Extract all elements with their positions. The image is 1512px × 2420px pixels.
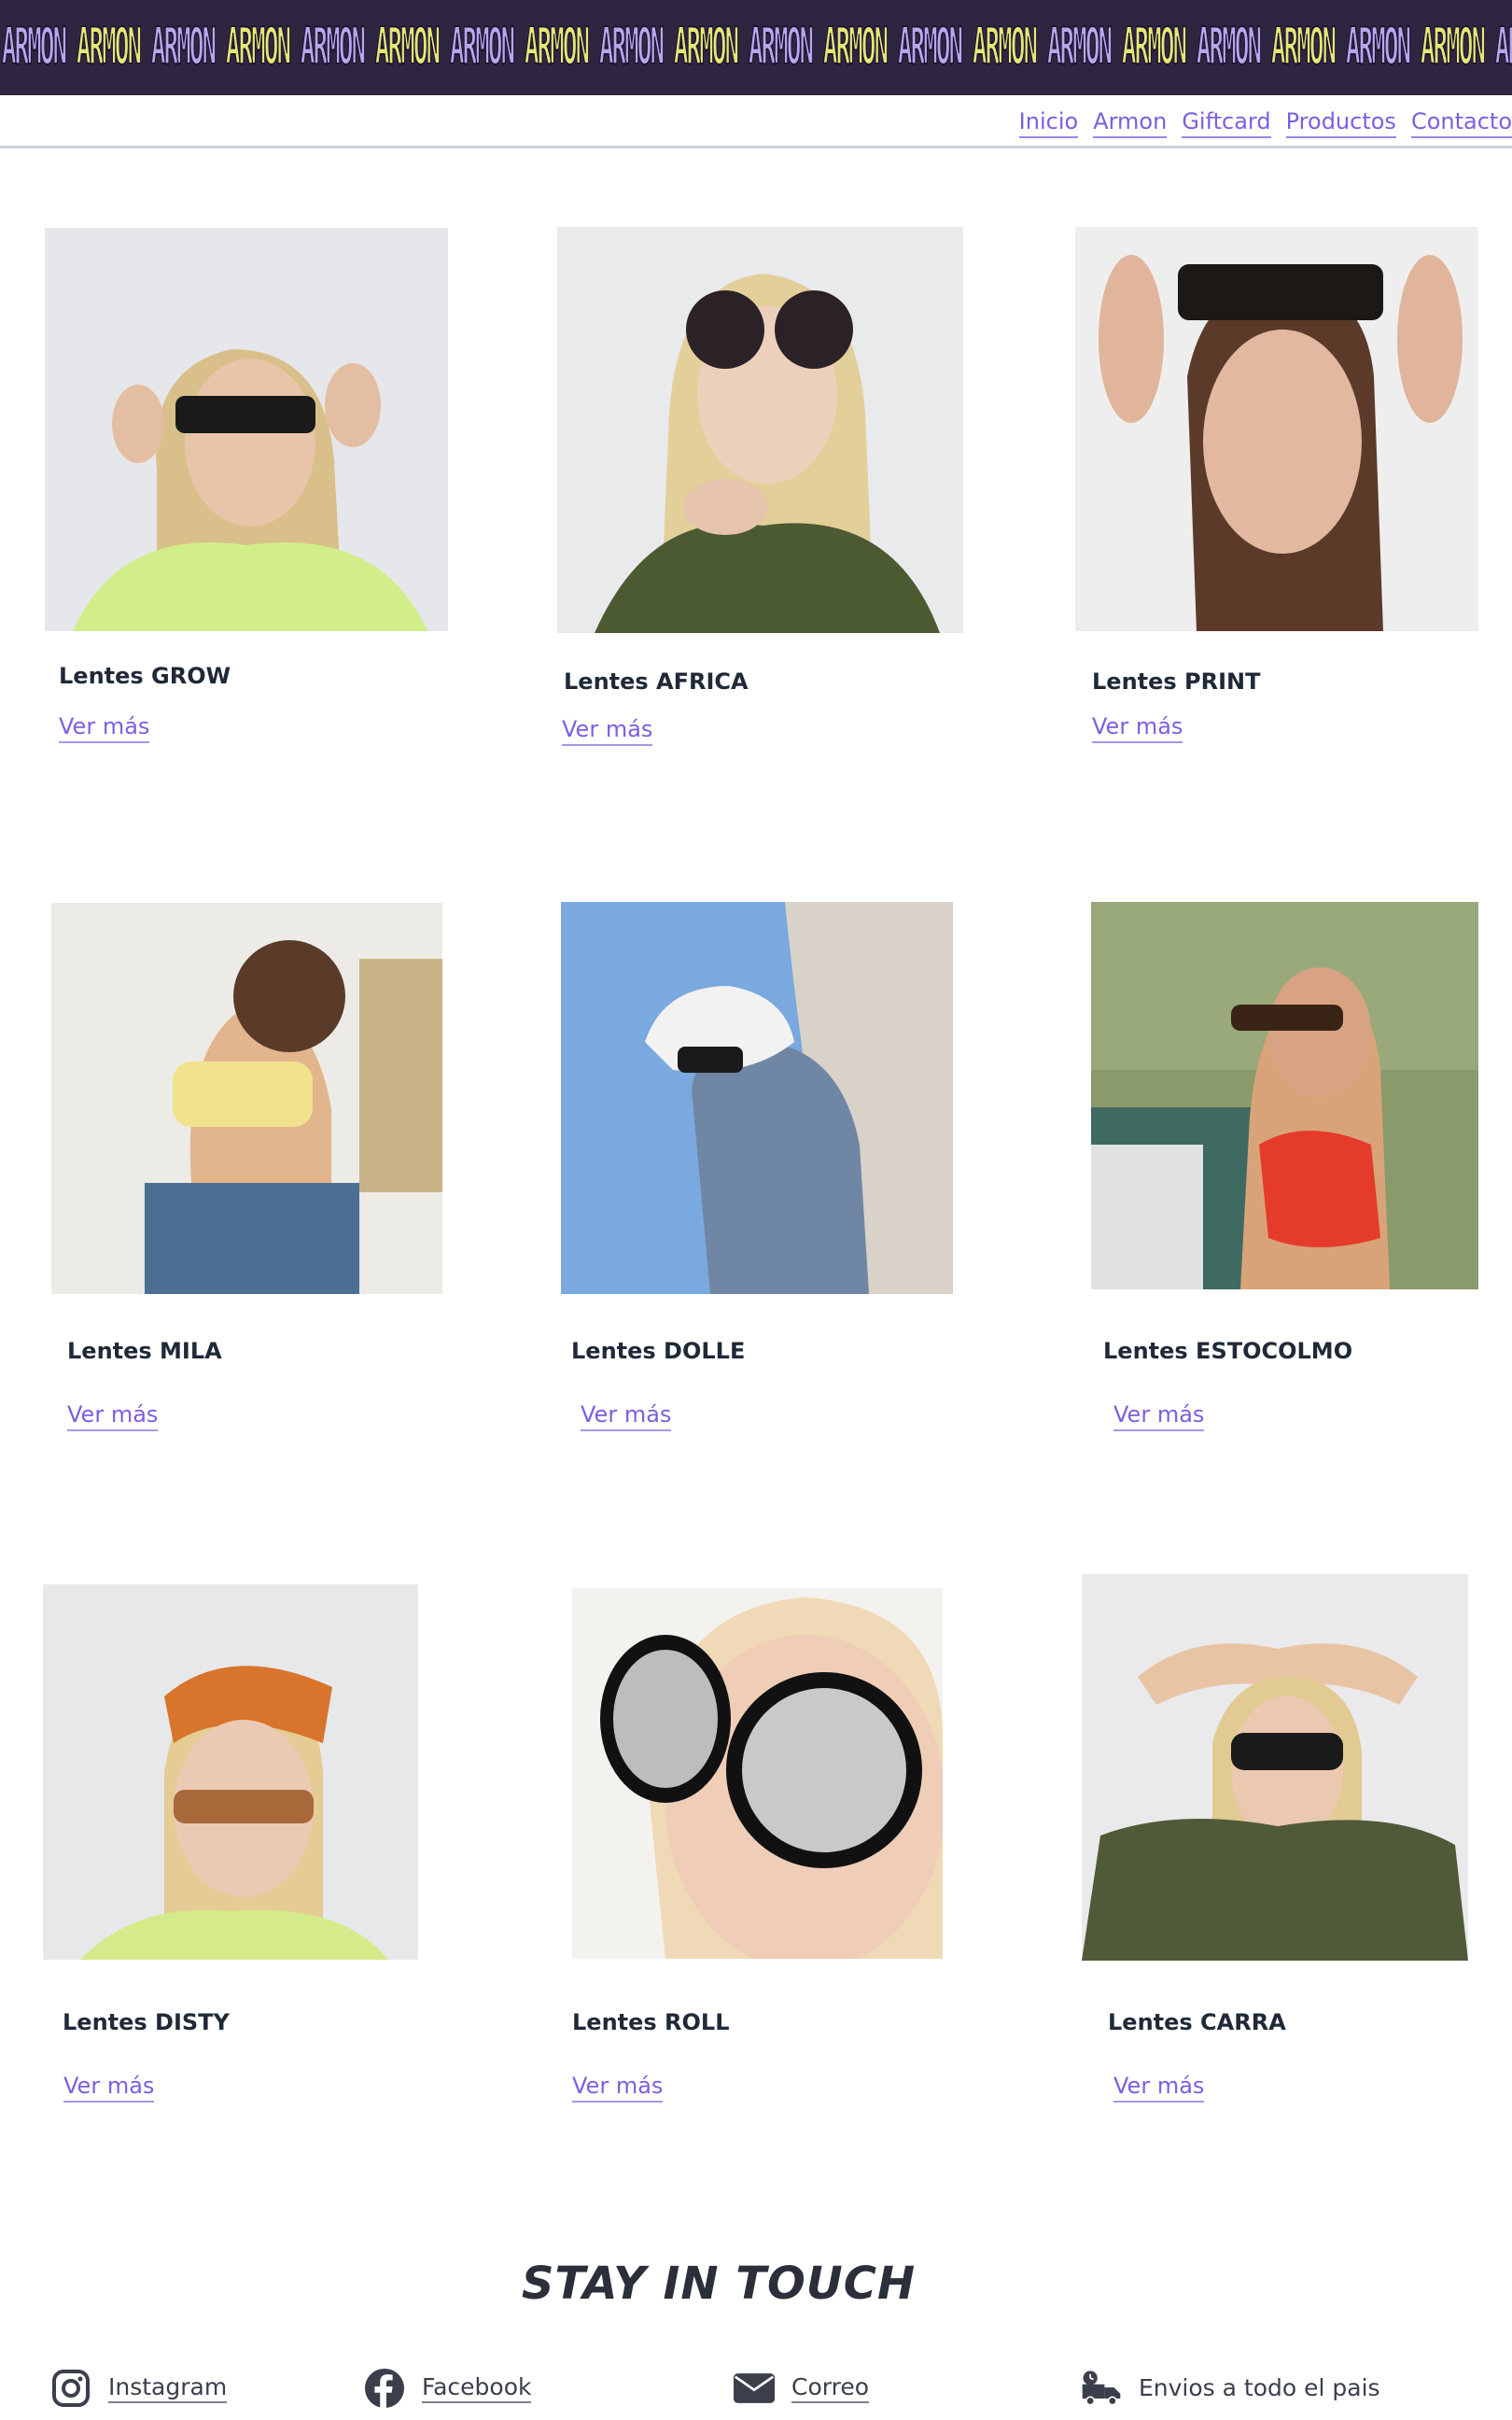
armon-logo-text: ARMON [822,17,889,77]
ver-mas-link-roll[interactable]: Ver más [572,2073,664,2103]
armon-logo-text: ARMON [1046,17,1113,77]
nav-link-armon[interactable]: Armon [1093,108,1168,138]
footer-envios-label: Envios a todo el pais [1139,2374,1380,2401]
armon-logo-tile: ARMON [220,6,295,90]
product-title-disty: Lentes DISTY [63,2009,230,2035]
armon-logo-tile: ARMON [1042,6,1116,90]
product-image-dolle[interactable] [561,902,953,1294]
ver-mas-link-mila[interactable]: Ver más [67,1401,159,1431]
logo-strip: ARMON ARMON ARMON ARMON ARMON ARMON ARMON ARMON… [0,6,1512,90]
ver-mas-link-carra[interactable]: Ver más [1113,2073,1205,2103]
product-title-print: Lentes PRINT [1092,668,1261,695]
product-title-africa: Lentes AFRICA [564,668,749,695]
product-title-carra: Lentes CARRA [1108,2009,1286,2035]
product-image-estocolmo[interactable] [1091,902,1478,1289]
ver-mas-link-print[interactable]: Ver más [1092,713,1183,743]
armon-logo-text: ARMON [1196,17,1262,77]
armon-logo-text: ARMON [1,17,67,77]
ver-mas-link-dolle[interactable]: Ver más [581,1401,672,1431]
top-nav: Inicio Armon Giftcard Productos Contacto [0,101,1512,148]
armon-logo-tile: ARMON [967,6,1042,90]
delivery-truck-icon [1081,2368,1122,2409]
footer-correo-label[interactable]: Correo [791,2373,869,2403]
armon-logo-tile: ARMON [668,6,743,90]
armon-logo-tile: ARMON [594,6,668,90]
product-title-dolle: Lentes DOLLE [571,1338,746,1364]
armon-logo-text: ARMON [897,17,963,77]
product-title-roll: Lentes ROLL [572,2009,730,2035]
armon-logo-tile: ARMON [444,6,519,90]
footer-correo-link[interactable]: Correo [734,2368,869,2409]
armon-logo-tile: ARMON [1490,6,1512,90]
armon-logo-text: ARMON [598,17,665,77]
armon-logo-text: ARMON [449,17,515,77]
product-title-grow: Lentes GROW [59,663,231,689]
armon-logo-text: ARMON [673,17,739,77]
ver-mas-link-grow[interactable]: Ver más [59,713,150,743]
nav-links: Inicio Armon Giftcard Productos Contacto [1018,108,1512,138]
armon-logo-text: ARMON [150,17,217,77]
product-image-print[interactable] [1075,227,1478,631]
armon-logo-tile: ARMON [1340,6,1415,90]
armon-logo-tile: ARMON [146,6,220,90]
product-image-mila[interactable] [51,903,442,1294]
armon-logo-text: ARMON [1345,17,1411,77]
nav-link-contacto[interactable]: Contacto [1410,108,1512,138]
armon-logo-text: ARMON [225,17,291,77]
armon-logo-text: ARMON [1494,17,1512,77]
footer-facebook-link[interactable]: Facebook [364,2368,532,2409]
footer-instagram-link[interactable]: Instagram [50,2368,228,2409]
ver-mas-link-disty[interactable]: Ver más [63,2073,155,2103]
armon-logo-tile: ARMON [1415,6,1490,90]
armon-logo-text: ARMON [76,17,142,77]
brand-banner: ARMON ARMON ARMON ARMON ARMON ARMON ARMON ARMON… [0,0,1512,95]
product-image-africa[interactable] [557,227,963,633]
product-title-estocolmo: Lentes ESTOCOLMO [1103,1338,1353,1364]
armon-logo-tile: ARMON [519,6,594,90]
instagram-icon [50,2368,91,2409]
ver-mas-link-estocolmo[interactable]: Ver más [1113,1401,1205,1431]
armon-logo-tile: ARMON [370,6,444,90]
nav-link-productos[interactable]: Productos [1285,108,1396,138]
armon-logo-text: ARMON [374,17,441,77]
armon-logo-tile: ARMON [1191,6,1266,90]
nav-link-giftcard[interactable]: Giftcard [1182,108,1271,138]
armon-logo-tile: ARMON [818,6,892,90]
armon-logo-text: ARMON [972,17,1038,77]
mail-icon [734,2368,775,2409]
footer-facebook-label[interactable]: Facebook [422,2373,532,2403]
armon-logo-tile: ARMON [0,6,71,90]
armon-logo-tile: ARMON [892,6,967,90]
armon-logo-tile: ARMON [1116,6,1191,90]
product-image-roll[interactable] [572,1588,943,1959]
armon-logo-text: ARMON [1420,17,1486,77]
armon-logo-text: ARMON [1121,17,1187,77]
armon-logo-tile: ARMON [295,6,370,90]
facebook-icon [364,2368,405,2409]
armon-logo-text: ARMON [300,17,366,77]
footer-envios-info: Envios a todo el pais [1081,2368,1380,2409]
armon-logo-text: ARMON [1270,17,1337,77]
product-image-grow[interactable] [45,228,448,631]
product-image-disty[interactable] [43,1584,418,1960]
nav-link-inicio[interactable]: Inicio [1018,108,1079,138]
product-image-carra[interactable] [1082,1574,1468,1961]
armon-logo-tile: ARMON [1266,6,1340,90]
stay-in-touch-title: STAY IN TOUCH [521,2258,917,2310]
footer-instagram-label[interactable]: Instagram [108,2373,228,2403]
armon-logo-tile: ARMON [71,6,146,90]
armon-logo-tile: ARMON [743,6,818,90]
armon-logo-text: ARMON [524,17,590,77]
product-title-mila: Lentes MILA [67,1338,222,1364]
ver-mas-link-africa[interactable]: Ver más [562,716,653,746]
armon-logo-text: ARMON [748,17,814,77]
